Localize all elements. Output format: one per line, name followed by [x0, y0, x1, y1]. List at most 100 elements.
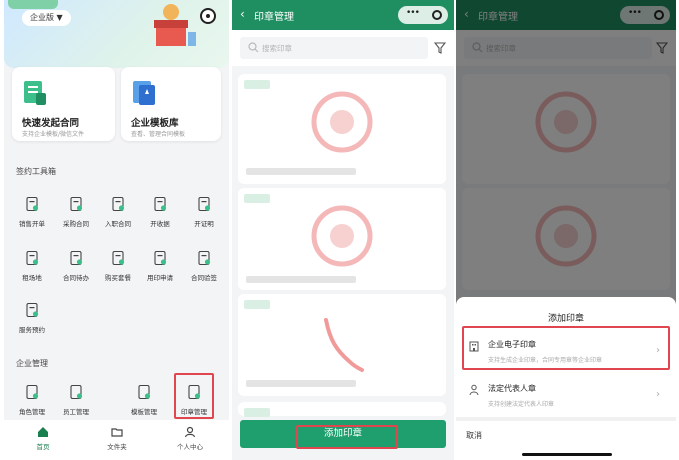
seal-name-placeholder — [246, 168, 356, 175]
home-indicator — [522, 453, 612, 456]
sheet-divider — [456, 417, 676, 421]
folder-icon — [111, 428, 123, 437]
cart-icon — [112, 250, 125, 266]
seal-type-tag — [244, 194, 270, 203]
tab-label: 文件夹 — [107, 443, 127, 451]
tab-label: 首页 — [36, 443, 50, 451]
tab-folder[interactable]: 文件夹 — [92, 426, 142, 451]
tab-label: 个人中心 — [177, 443, 203, 451]
quick-contract-card[interactable]: 快速发起合同 支持企业模板/微信文件 — [12, 67, 115, 141]
person-stamp-icon — [469, 384, 479, 396]
tool-label: 入职合同 — [105, 220, 131, 228]
feature-subtitle: 支持企业模板/微信文件 — [22, 131, 85, 138]
seal-management-highlight — [174, 373, 214, 419]
tool-item[interactable]: 合同待办 — [54, 250, 98, 290]
template-library-card[interactable]: 企业模板库 查看、管理合同模板 — [121, 67, 221, 141]
todo-icon — [70, 250, 83, 266]
calendar-icon — [26, 302, 39, 318]
management-label: 角色管理 — [19, 408, 45, 416]
seal-name-placeholder — [246, 380, 356, 387]
tool-item[interactable]: 购买套餐 — [96, 250, 140, 290]
tool-label: 开收据 — [150, 220, 170, 228]
add-seal-highlight — [296, 425, 398, 449]
seal-card[interactable] — [238, 74, 446, 184]
cancel-button[interactable]: 取消 — [466, 430, 482, 441]
venue-icon — [26, 250, 39, 266]
management-title: 企业管理 — [16, 359, 48, 368]
tool-item[interactable]: 用印申请 — [138, 250, 182, 290]
more-icon[interactable]: ••• — [406, 8, 420, 18]
management-item[interactable]: 模板管理 — [122, 384, 166, 424]
tab-home[interactable]: 首页 — [18, 426, 68, 451]
tool-item[interactable]: 开证明 — [182, 196, 226, 236]
chevron-right-icon: › — [656, 389, 660, 400]
signature-seal-image — [324, 318, 364, 372]
seal-type-tag — [244, 408, 270, 417]
tool-label: 销售开单 — [19, 220, 45, 228]
seal-list-screen: ‹ 印章管理 ••• 搜索印章 添加印章 — [232, 0, 454, 460]
legal-rep-seal-option[interactable]: 法定代表人章 支持创建法定代表人印章 › — [462, 377, 670, 415]
staff-icon — [70, 384, 83, 400]
tenant-switcher[interactable]: 企业版 ▼ — [22, 10, 71, 26]
management-item[interactable]: 员工管理 — [54, 384, 98, 424]
tab-profile[interactable]: 个人中心 — [165, 426, 215, 451]
template-icon — [138, 384, 151, 400]
feature-title: 快速发起合同 — [22, 118, 80, 129]
filter-icon[interactable] — [434, 42, 446, 54]
scan-icon[interactable] — [200, 8, 216, 24]
receipt-icon — [154, 196, 167, 212]
tool-item[interactable]: 合同验签 — [182, 250, 226, 290]
toolbox-title: 签约工具箱 — [16, 167, 56, 176]
page-title: 印章管理 — [254, 12, 294, 23]
bottom-tab-bar: 首页 文件夹 个人中心 — [4, 420, 229, 460]
contract-icon — [24, 81, 46, 105]
seal-type-tag — [244, 300, 270, 309]
seal-type-tag — [244, 80, 270, 89]
search-input[interactable]: 搜索印章 — [240, 37, 428, 59]
tool-item[interactable]: 租场地 — [10, 250, 54, 290]
tool-item[interactable]: 开收据 — [138, 196, 182, 236]
tool-item[interactable]: 销售开单 — [10, 196, 54, 236]
round-seal-image — [311, 205, 373, 267]
tool-label: 租场地 — [22, 274, 42, 282]
feature-subtitle: 查看、管理合同模板 — [131, 131, 186, 138]
tool-item[interactable]: 采购合同 — [54, 196, 98, 236]
tool-label: 合同待办 — [63, 274, 89, 282]
document-icon — [26, 196, 39, 212]
search-placeholder: 搜索印章 — [262, 44, 292, 53]
tool-label: 合同验签 — [191, 274, 217, 282]
seal-name-placeholder — [246, 276, 356, 283]
seal-card[interactable] — [238, 188, 446, 290]
template-library-icon — [133, 81, 155, 105]
management-item[interactable]: 角色管理 — [10, 384, 54, 424]
tool-label: 服务预约 — [19, 326, 45, 334]
tool-item[interactable]: 入职合同 — [96, 196, 140, 236]
role-icon — [26, 384, 39, 400]
seal-card[interactable] — [238, 294, 446, 396]
back-icon[interactable]: ‹ — [240, 7, 245, 21]
feature-title: 企业模板库 — [131, 118, 179, 129]
document-icon — [70, 196, 83, 212]
tool-label: 开证明 — [194, 220, 214, 228]
sheet-title: 添加印章 — [547, 314, 584, 324]
nav-bar: ‹ 印章管理 ••• — [232, 0, 454, 30]
mini-program-capsule[interactable]: ••• — [398, 6, 448, 24]
close-icon[interactable] — [432, 10, 442, 20]
round-seal-image — [311, 91, 373, 153]
tool-label: 购买套餐 — [105, 274, 131, 282]
search-icon — [248, 42, 259, 53]
home-icon — [38, 427, 48, 437]
search-row: 搜索印章 — [232, 30, 454, 66]
tool-item[interactable]: 服务预约 — [10, 302, 54, 342]
hero-banner: 企业版 ▼ — [4, 0, 229, 68]
enterprise-seal-highlight — [462, 326, 670, 370]
home-screen: 企业版 ▼ 快速发起合同 支持企业模板/微信文件 企业模板库 查看、管理合同模板… — [4, 0, 229, 460]
option-title: 法定代表人章 — [488, 384, 536, 393]
tool-label: 用印申请 — [147, 274, 173, 282]
seal-card[interactable] — [238, 402, 446, 417]
management-label: 模板管理 — [131, 408, 157, 416]
hero-status-strip — [8, 0, 58, 9]
add-seal-action-sheet: 添加印章 企业电子印章 支持生成企业印章，合同专用章等企业印章 › 法定代表人章… — [456, 297, 676, 460]
person-icon — [184, 426, 196, 438]
banner-illustration — [154, 4, 196, 46]
